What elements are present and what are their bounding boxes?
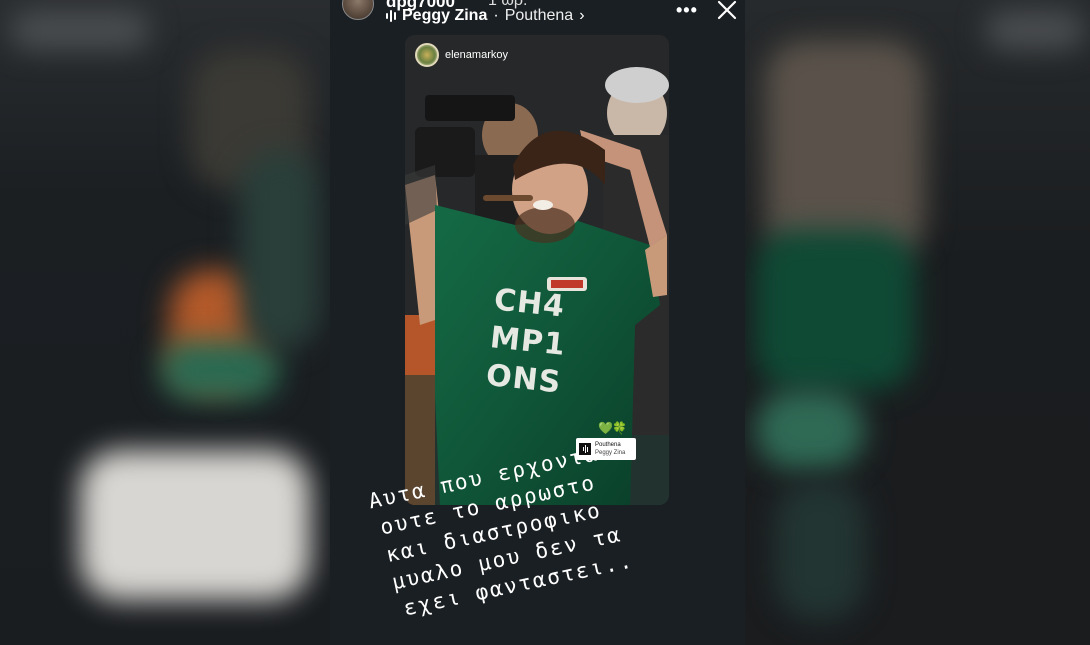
post-username: elenamarkoy: [445, 49, 508, 61]
chevron-right-icon: ›: [579, 7, 585, 24]
story-panel: dpg7000 1 ωρ. Peggy Zina · Pouthena › ••…: [330, 0, 745, 645]
music-separator: ·: [493, 7, 499, 24]
sticker-song: Pouthena: [595, 442, 621, 448]
jersey-line: ONS: [484, 357, 563, 401]
more-options-icon[interactable]: •••: [676, 0, 698, 21]
music-artist: Peggy Zina: [402, 7, 488, 24]
sticker-artist: Peggy Zina: [595, 450, 626, 456]
story-music-link[interactable]: Peggy Zina · Pouthena ›: [386, 7, 585, 25]
close-icon[interactable]: [714, 0, 740, 24]
jersey-print: CH4 MP1 ONS: [484, 281, 571, 402]
post-avatar: [415, 43, 439, 67]
music-sticker[interactable]: Pouthena Peggy Zina: [576, 438, 636, 460]
story-header: dpg7000 1 ωρ. Peggy Zina · Pouthena › ••…: [330, 0, 745, 32]
audio-bars-icon: [579, 443, 591, 455]
blurred-background-right: [745, 0, 1090, 645]
blurred-background-left: [0, 0, 330, 645]
music-song: Pouthena: [504, 7, 574, 24]
heart-clover-emoji: 💚🍀: [598, 421, 627, 435]
audio-bars-icon: [386, 9, 396, 23]
post-user-row[interactable]: elenamarkoy: [415, 43, 508, 67]
story-avatar[interactable]: [342, 0, 374, 20]
